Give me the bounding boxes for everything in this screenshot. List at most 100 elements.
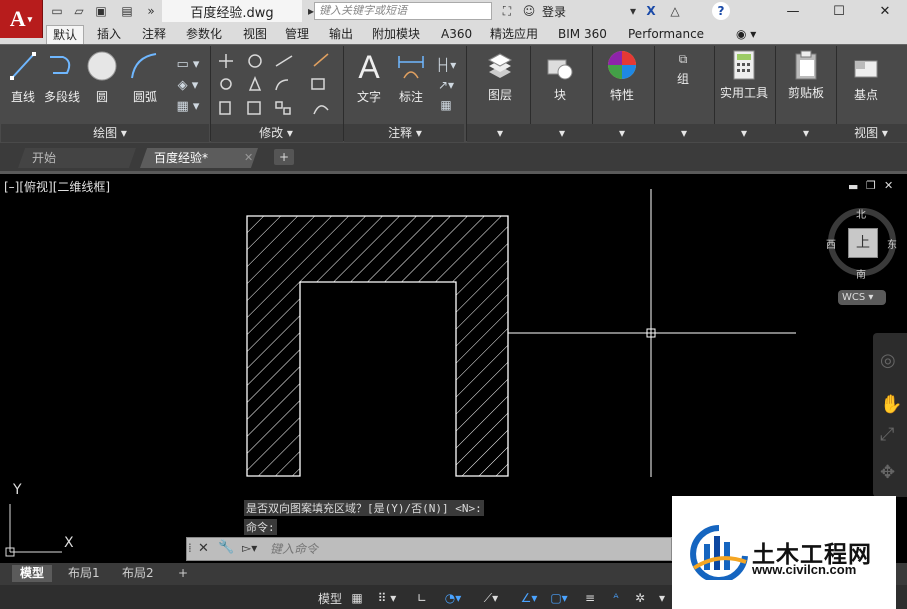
more-quick-access-icon[interactable]: » (142, 2, 160, 20)
navcube-south[interactable]: 南 (856, 266, 866, 281)
save-as-icon[interactable]: ▤ (118, 2, 136, 20)
navcube-top-face[interactable]: 上 (848, 228, 878, 258)
cmd-settings-icon[interactable]: 🔧 (218, 540, 234, 555)
block-expand-icon[interactable]: ▾ (552, 125, 572, 141)
block-icon[interactable] (544, 50, 576, 84)
login-dropdown-icon[interactable]: ▾ (624, 2, 642, 20)
group-button[interactable]: 组 (670, 70, 696, 87)
zoom-extents-icon[interactable]: ⤢ (880, 424, 894, 445)
circle-icon[interactable] (86, 50, 118, 82)
clipboard-button[interactable]: 剪贴板 (784, 84, 828, 101)
binoculars-icon[interactable]: ⛶ (498, 2, 516, 20)
navcube-east[interactable]: 东 (887, 236, 897, 251)
table-icon[interactable]: ▦ (440, 98, 451, 112)
base-view-icon[interactable] (852, 54, 880, 82)
annotation-scale-icon[interactable]: ᴬ (606, 589, 626, 607)
maximize-icon[interactable]: ☐ (816, 0, 862, 22)
modify-panel-title[interactable]: 修改 ▾ (236, 125, 316, 141)
steering-wheel-icon[interactable]: ◎ (880, 350, 896, 371)
region-icon[interactable]: ▦ ▾ (177, 99, 200, 114)
grid-icon[interactable]: ▦ (348, 589, 366, 607)
block-button[interactable]: 块 (548, 86, 572, 103)
application-menu-button[interactable]: A ▾ (0, 0, 43, 38)
osnap-tracking-icon[interactable]: ∠▾ (514, 589, 544, 607)
clipboard-icon[interactable] (792, 48, 820, 82)
polyline-button[interactable]: 多段线 (42, 88, 82, 105)
base-button[interactable]: 基点 (850, 86, 882, 103)
tab-start[interactable]: 开始 (18, 148, 136, 168)
annotation-small-tools[interactable]: ├┤▾ ↗▾ ▦ (432, 50, 460, 120)
tab-model[interactable]: 模型 (12, 565, 53, 582)
save-icon[interactable]: ▣ (92, 2, 110, 20)
model-space-button[interactable]: 模型 (316, 589, 344, 607)
navcube-west[interactable]: 西 (826, 236, 836, 251)
properties-button[interactable]: 特性 (604, 86, 640, 103)
help-icon[interactable]: ? (712, 2, 730, 20)
ribbon-options-icon[interactable]: ◉ ▾ (730, 25, 762, 43)
text-button[interactable]: 文字 (354, 88, 384, 105)
tab-view[interactable]: 视图 (237, 25, 273, 43)
login-button[interactable]: 登录 (542, 3, 566, 20)
osnap-icon[interactable]: ▢▾ (544, 589, 574, 607)
arc-button[interactable]: 圆弧 (128, 88, 162, 105)
tab-parametric[interactable]: 参数化 (180, 25, 228, 43)
tab-default[interactable]: 默认 (46, 25, 85, 44)
command-input[interactable]: 键入命令 (270, 540, 650, 558)
workspace-icon[interactable]: ✲ (630, 589, 650, 607)
dimension-icon[interactable] (396, 50, 426, 84)
tab-manage[interactable]: 管理 (279, 25, 315, 43)
tab-output[interactable]: 输出 (323, 25, 359, 43)
line-button[interactable]: 直线 (6, 88, 40, 105)
a360-icon[interactable]: △ (666, 2, 684, 20)
exchange-icon[interactable]: X (642, 2, 660, 20)
dimension-button[interactable]: 标注 (396, 88, 426, 105)
calculator-icon[interactable] (730, 48, 758, 82)
hatch-icon[interactable]: ◈ ▾ (178, 78, 199, 93)
properties-icon[interactable] (606, 48, 638, 82)
layers-icon[interactable] (484, 50, 516, 84)
tab-insert[interactable]: 插入 (91, 25, 127, 43)
cmd-prompt-icon[interactable]: ▻▾ (242, 541, 257, 555)
text-icon[interactable]: A (354, 49, 384, 85)
search-input[interactable]: 键入关键字或短语 (314, 2, 492, 20)
tab-addins[interactable]: 附加模块 (366, 25, 426, 43)
pan-icon[interactable]: ✋ (880, 394, 902, 415)
minimize-icon[interactable]: — (770, 0, 816, 22)
utilities-expand-icon[interactable]: ▾ (734, 125, 754, 141)
user-icon[interactable]: ☺ (520, 2, 538, 20)
tab-layout1[interactable]: 布局1 (60, 565, 108, 582)
tab-a360[interactable]: A360 (435, 25, 478, 43)
tab-current-drawing[interactable]: 百度经验* (140, 148, 258, 168)
layers-button[interactable]: 图层 (484, 86, 516, 103)
layers-expand-icon[interactable]: ▾ (490, 125, 510, 141)
cmd-close-icon[interactable]: ✕ (198, 541, 209, 556)
linear-dim-icon[interactable]: ├┤▾ (436, 58, 456, 72)
annotation-panel-title[interactable]: 注释 ▾ (370, 125, 440, 141)
polyline-icon[interactable] (46, 50, 78, 82)
tab-bim360[interactable]: BIM 360 (552, 25, 613, 43)
tab-annotate[interactable]: 注释 (136, 25, 172, 43)
line-icon[interactable] (8, 50, 38, 82)
rectangle-icon[interactable]: ▭ ▾ (177, 57, 200, 72)
group-icon[interactable]: ⧉ (672, 48, 694, 70)
tab-performance[interactable]: Performance (622, 25, 710, 43)
snap-icon[interactable]: ⠿ ▾ (372, 589, 402, 607)
draw-panel-title[interactable]: 绘图 ▾ (60, 125, 160, 141)
hatched-u-shape[interactable] (246, 215, 509, 477)
tab-featured-apps[interactable]: 精选应用 (484, 25, 544, 43)
new-tab-icon[interactable]: + (274, 149, 294, 165)
ortho-icon[interactable]: ∟ (412, 589, 432, 607)
add-layout-icon[interactable]: + (170, 565, 196, 582)
properties-expand-icon[interactable]: ▾ (612, 125, 632, 141)
more-status-icon[interactable]: ▾ (652, 589, 672, 607)
leader-icon[interactable]: ↗▾ (438, 78, 454, 92)
close-icon[interactable]: ✕ (862, 0, 907, 22)
view-panel-title[interactable]: 视图 ▾ (838, 125, 904, 141)
circle-button[interactable]: 圆 (90, 88, 114, 105)
close-tab-icon[interactable]: ✕ (244, 151, 253, 164)
navcube-north[interactable]: 北 (856, 206, 866, 221)
orbit-icon[interactable]: ✥ (880, 462, 895, 483)
isodraft-icon[interactable]: ⟋▾ (476, 589, 506, 607)
open-file-icon[interactable]: ▱ (70, 2, 88, 20)
cmd-grip-icon[interactable]: ⁞ (188, 541, 192, 555)
